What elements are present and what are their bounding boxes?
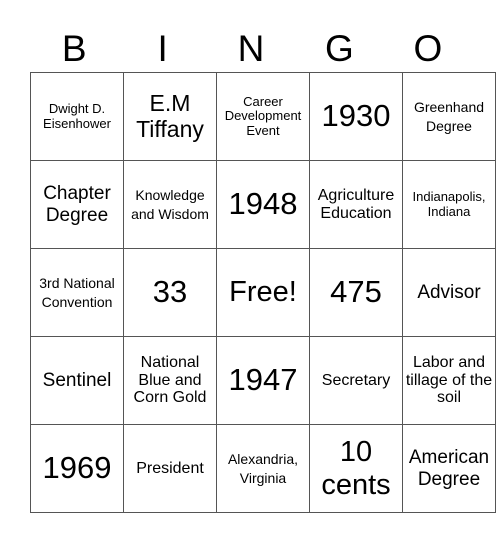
header-letter-g: G bbox=[325, 28, 354, 69]
bingo-cell[interactable]: National Blue and Corn Gold bbox=[123, 336, 217, 425]
header-letter-i: I bbox=[157, 28, 168, 69]
bingo-cell[interactable]: Alexandria, Virginia bbox=[216, 424, 310, 513]
board-row: Chapter Degree Knowledge and Wisdom 1948… bbox=[30, 160, 496, 249]
bingo-cell[interactable]: Agriculture Education bbox=[309, 160, 403, 249]
bingo-cell[interactable]: Labor and tillage of the soil bbox=[402, 336, 496, 425]
bingo-cell[interactable]: Sentinel bbox=[30, 336, 124, 425]
bingo-cell[interactable]: E.M Tiffany bbox=[123, 72, 217, 161]
board-row: 1969 President Alexandria, Virginia 10 c… bbox=[30, 424, 496, 513]
bingo-cell[interactable]: Career Development Event bbox=[216, 72, 310, 161]
board-row: 3rd National Convention 33 Free! 475 Adv… bbox=[30, 248, 496, 337]
bingo-cell[interactable]: 33 bbox=[123, 248, 217, 337]
bingo-cell[interactable]: 1947 bbox=[216, 336, 310, 425]
bingo-cell[interactable]: Indianapolis, Indiana bbox=[402, 160, 496, 249]
header-letter-o: O bbox=[413, 28, 443, 69]
board-row: Dwight D. Eisenhower E.M Tiffany Career … bbox=[30, 72, 496, 161]
header-letter-b: B bbox=[61, 28, 87, 69]
bingo-cell[interactable]: 475 bbox=[309, 248, 403, 337]
bingo-cell[interactable]: 1930 bbox=[309, 72, 403, 161]
bingo-cell[interactable]: President bbox=[123, 424, 217, 513]
bingo-board: Dwight D. Eisenhower E.M Tiffany Career … bbox=[30, 72, 496, 513]
bingo-cell[interactable]: 1969 bbox=[30, 424, 124, 513]
bingo-cell[interactable]: Advisor bbox=[402, 248, 496, 337]
bingo-cell[interactable]: Knowledge and Wisdom bbox=[123, 160, 217, 249]
bingo-cell[interactable]: 3rd National Convention bbox=[30, 248, 124, 337]
bingo-cell[interactable]: Dwight D. Eisenhower bbox=[30, 72, 124, 161]
bingo-header: B I N G O bbox=[30, 26, 472, 72]
free-space[interactable]: Free! bbox=[216, 248, 310, 337]
board-row: Sentinel National Blue and Corn Gold 194… bbox=[30, 336, 496, 425]
bingo-cell[interactable]: 10 cents bbox=[309, 424, 403, 513]
bingo-cell[interactable]: Secretary bbox=[309, 336, 403, 425]
bingo-cell[interactable]: 1948 bbox=[216, 160, 310, 249]
bingo-cell[interactable]: Greenhand Degree bbox=[402, 72, 496, 161]
header-letter-n: N bbox=[237, 28, 265, 69]
bingo-cell[interactable]: Chapter Degree bbox=[30, 160, 124, 249]
bingo-cell[interactable]: American Degree bbox=[402, 424, 496, 513]
